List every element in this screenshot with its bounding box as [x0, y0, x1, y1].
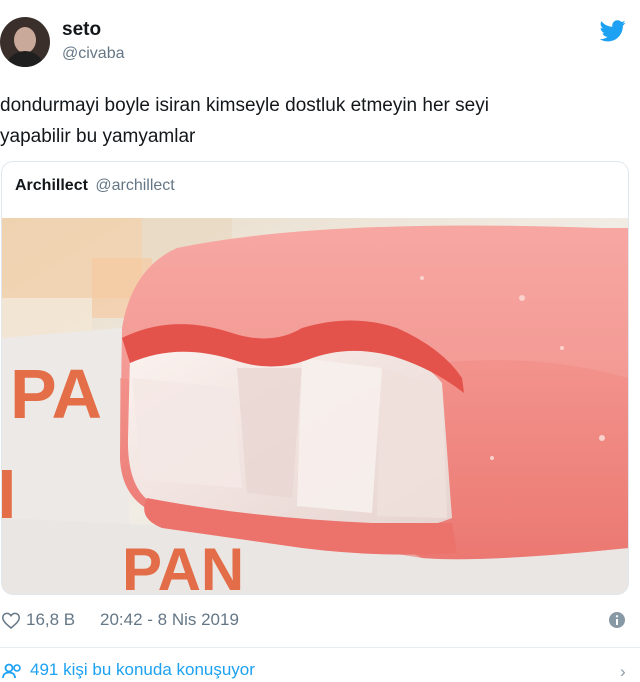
people-icon: [2, 663, 21, 679]
divider: [0, 647, 640, 648]
quoted-author-handle[interactable]: @archillect: [95, 177, 174, 194]
tweet-timestamp[interactable]: 20:42 - 8 Nis 2019: [100, 610, 239, 630]
ice-cream-photo[interactable]: PA I PAN: [2, 218, 628, 594]
twitter-bird-icon[interactable]: [600, 20, 626, 42]
quoted-tweet-card[interactable]: Archillect @archillect PA PAN: [1, 161, 629, 595]
chevron-right-icon[interactable]: ›: [620, 662, 626, 682]
tweet-meta: 16,8 B 20:42 - 8 Nis 2019: [2, 609, 630, 633]
tweet-text-line-2: yapabilir bu yamyamlar: [0, 126, 196, 147]
author-handle[interactable]: @civaba: [62, 45, 125, 63]
tweet-text: dondurmayi boyle isiran kimseyle dostluk…: [0, 90, 630, 152]
heart-icon[interactable]: [2, 612, 20, 629]
avatar[interactable]: [0, 17, 50, 67]
conversation-link[interactable]: 491 kişi bu konuda konuşuyor ›: [2, 660, 638, 682]
svg-text:I: I: [2, 455, 16, 533]
conversation-count[interactable]: 491 kişi bu konuda konuşuyor: [30, 660, 255, 680]
quoted-author-name[interactable]: Archillect: [15, 177, 88, 194]
avatar-shirt: [5, 51, 45, 67]
avatar-face: [14, 27, 36, 53]
info-icon[interactable]: [609, 612, 625, 628]
author-name[interactable]: seto: [62, 19, 101, 41]
tweet-text-line-1: dondurmayi boyle isiran kimseyle dostluk…: [0, 95, 489, 116]
like-count[interactable]: 16,8 B: [26, 610, 75, 630]
svg-text:PA: PA: [10, 355, 102, 433]
svg-text:PAN: PAN: [122, 536, 244, 594]
quoted-tweet-header: Archillect @archillect: [15, 177, 175, 195]
